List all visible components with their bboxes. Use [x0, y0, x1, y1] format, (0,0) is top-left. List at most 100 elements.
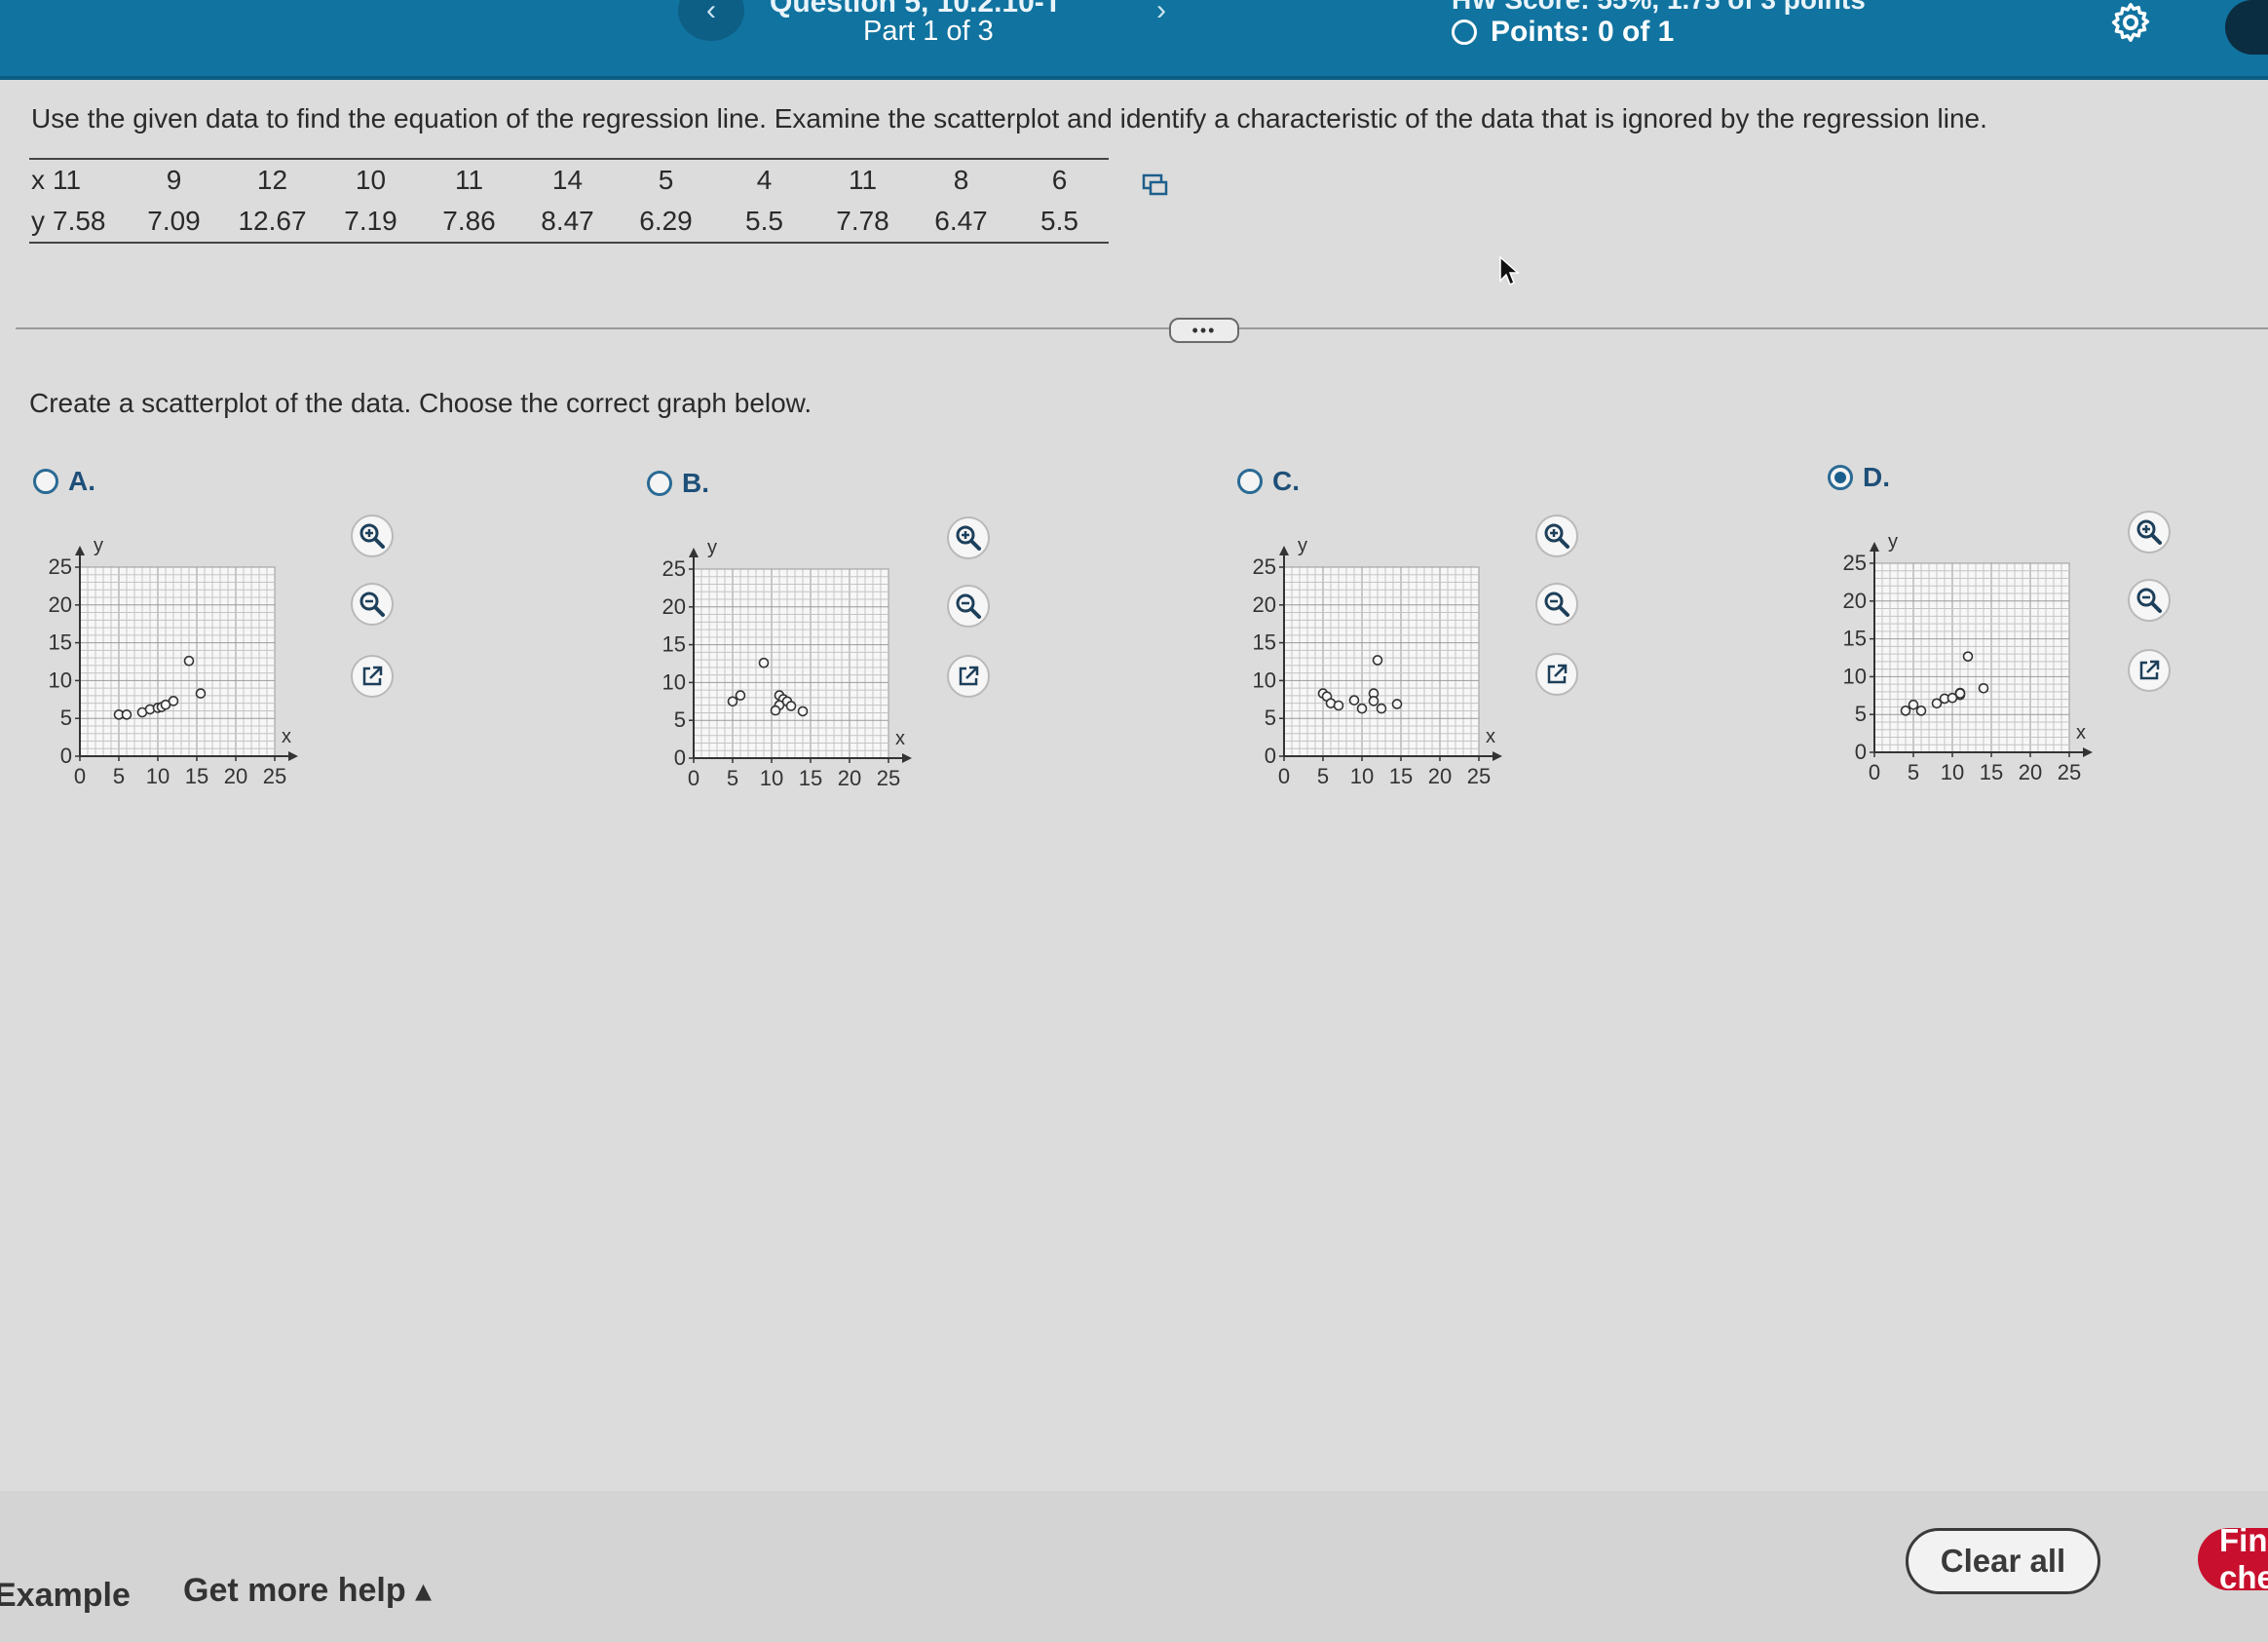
- y-cell: 8.47: [541, 206, 594, 236]
- x-cell: 14: [551, 165, 584, 195]
- y-tick-label: 15: [662, 632, 686, 657]
- x-cell: 11: [454, 165, 484, 195]
- x-cell: 5: [658, 165, 674, 195]
- option-a-scatterplot: 0 5 10 15 20 25 0 5 10 15 20 25 x y: [49, 535, 298, 788]
- x-tick-label: 20: [2019, 760, 2042, 784]
- option-d-scatterplot: 0 5 10 15 20 25 0 5 10 15 20 25 x y: [1843, 531, 2093, 784]
- option-a-enlarge-button[interactable]: [351, 655, 394, 698]
- x-tick-label: 25: [2058, 760, 2081, 784]
- example-link[interactable]: Example: [0, 1577, 131, 1615]
- final-check-button[interactable]: Final check: [2198, 1522, 2268, 1595]
- data-point: [797, 706, 809, 717]
- x-tick-label: 10: [1350, 764, 1374, 788]
- y-cell: 5.5: [745, 206, 783, 236]
- data-point: [1333, 700, 1344, 711]
- mouse-cursor-icon: [1499, 255, 1520, 286]
- zoom-out-icon: [956, 593, 981, 619]
- top-bar: ‹ Question 5, 10.2.10-T › Part 1 of 3 HW…: [0, 0, 2268, 80]
- option-a-zoom-in-button[interactable]: [351, 515, 394, 557]
- x-cell: 10: [355, 165, 387, 195]
- option-a[interactable]: A. 0 5 10 15 20 25 0 5 10 15 20 25 x y: [29, 466, 438, 817]
- option-b-radio-row[interactable]: B.: [647, 468, 709, 499]
- option-c-zoom-in-button[interactable]: [1535, 515, 1578, 557]
- next-question-button[interactable]: ›: [1128, 0, 1194, 41]
- hw-score: HW Score: 55%, 1.75 of 3 points: [1452, 0, 1866, 16]
- zoom-in-icon: [2136, 519, 2162, 545]
- option-a-radio-row[interactable]: A.: [33, 466, 95, 497]
- previous-question-button[interactable]: ‹: [678, 0, 744, 41]
- data-point: [735, 690, 746, 701]
- x-cell: 4: [756, 165, 773, 195]
- zoom-out-icon: [1544, 592, 1569, 617]
- x-row-label: x: [31, 165, 45, 195]
- y-cell: 7.19: [344, 206, 397, 236]
- y-cell: 6.29: [639, 206, 693, 236]
- x-tick-label: 10: [146, 764, 170, 788]
- data-point: [1908, 699, 1919, 710]
- y-axis-label: y: [94, 535, 103, 556]
- option-c-radio-row[interactable]: C.: [1237, 466, 1300, 497]
- y-tick-label: 5: [1265, 706, 1276, 730]
- x-tick-label: 0: [1869, 760, 1880, 784]
- data-point: [1368, 696, 1380, 706]
- x-axis-arrow: [1493, 751, 1502, 761]
- option-d-radio[interactable]: [1828, 465, 1853, 490]
- option-d-zoom-out-button[interactable]: [2128, 579, 2171, 622]
- x-tick-label: 15: [1389, 764, 1413, 788]
- get-more-help-link[interactable]: Get more help ▴: [183, 1571, 432, 1610]
- option-b-enlarge-button[interactable]: [947, 655, 990, 698]
- y-tick-label: 10: [1843, 664, 1867, 688]
- x-tick-label: 20: [1428, 764, 1452, 788]
- option-b-zoom-in-button[interactable]: [947, 516, 990, 559]
- option-c-zoom-out-button[interactable]: [1535, 583, 1578, 626]
- x-axis-arrow: [902, 753, 912, 763]
- gear-icon[interactable]: [2108, 0, 2153, 45]
- data-point: [1962, 651, 1974, 662]
- option-a-label: A.: [68, 466, 95, 496]
- option-b[interactable]: B. 0 5 10 15 20 25 0 5 10 15 20 25 x y: [643, 468, 1052, 819]
- option-d[interactable]: D. 0 5 10 15 20 25 0 5 10 15 20 25 x y: [1824, 462, 2233, 813]
- y-cell: 7.58: [53, 206, 106, 236]
- x-tick-label: 20: [224, 764, 247, 788]
- y-row: y 7.58 7.09 12.67 7.19 7.86 8.47 6.29 5.…: [29, 201, 1109, 243]
- option-c-enlarge-button[interactable]: [1535, 653, 1578, 696]
- y-tick-label: 20: [1253, 592, 1276, 617]
- x-tick-label: 15: [185, 764, 208, 788]
- points-circle-icon: [1452, 19, 1477, 45]
- option-d-radio-row[interactable]: D.: [1828, 462, 1890, 493]
- option-d-zoom-in-button[interactable]: [2128, 511, 2171, 554]
- x-tick-label: 10: [760, 766, 783, 790]
- data-point: [758, 657, 770, 668]
- data-point: [1954, 688, 1966, 699]
- x-cell: 12: [256, 165, 288, 195]
- x-cell: 9: [166, 165, 182, 195]
- y-tick-label: 25: [662, 556, 686, 581]
- zoom-in-icon: [1544, 523, 1569, 549]
- x-tick-label: 0: [688, 766, 699, 790]
- option-d-enlarge-button[interactable]: [2128, 649, 2171, 692]
- x-tick-label: 5: [727, 766, 738, 790]
- plot-area: [693, 568, 889, 759]
- data-point: [1372, 655, 1383, 666]
- clear-all-button[interactable]: Clear all: [1906, 1528, 2100, 1594]
- option-a-zoom-out-button[interactable]: [351, 583, 394, 626]
- y-cell: 7.78: [836, 206, 889, 236]
- data-point: [727, 696, 738, 707]
- zoom-in-icon: [956, 525, 981, 551]
- copy-data-icon[interactable]: [1142, 173, 1169, 199]
- side-panel-tab[interactable]: [2225, 0, 2268, 55]
- option-c[interactable]: C. 0 5 10 15 20 25 0 5 10 15 20 25 x y: [1233, 466, 1643, 817]
- y-tick-label: 15: [1843, 627, 1867, 651]
- y-tick-label: 0: [60, 744, 72, 768]
- expand-more-button[interactable]: •••: [1169, 318, 1239, 343]
- x-cell: 11: [53, 165, 82, 195]
- data-point: [1931, 698, 1943, 709]
- y-tick-label: 5: [1855, 702, 1867, 726]
- option-a-radio[interactable]: [33, 469, 58, 494]
- chevron-left-icon: ‹: [706, 0, 716, 26]
- option-b-radio[interactable]: [647, 471, 672, 496]
- option-c-radio[interactable]: [1237, 469, 1263, 494]
- y-tick-label: 20: [662, 594, 686, 619]
- x-tick-label: 25: [263, 764, 286, 788]
- option-b-zoom-out-button[interactable]: [947, 585, 990, 628]
